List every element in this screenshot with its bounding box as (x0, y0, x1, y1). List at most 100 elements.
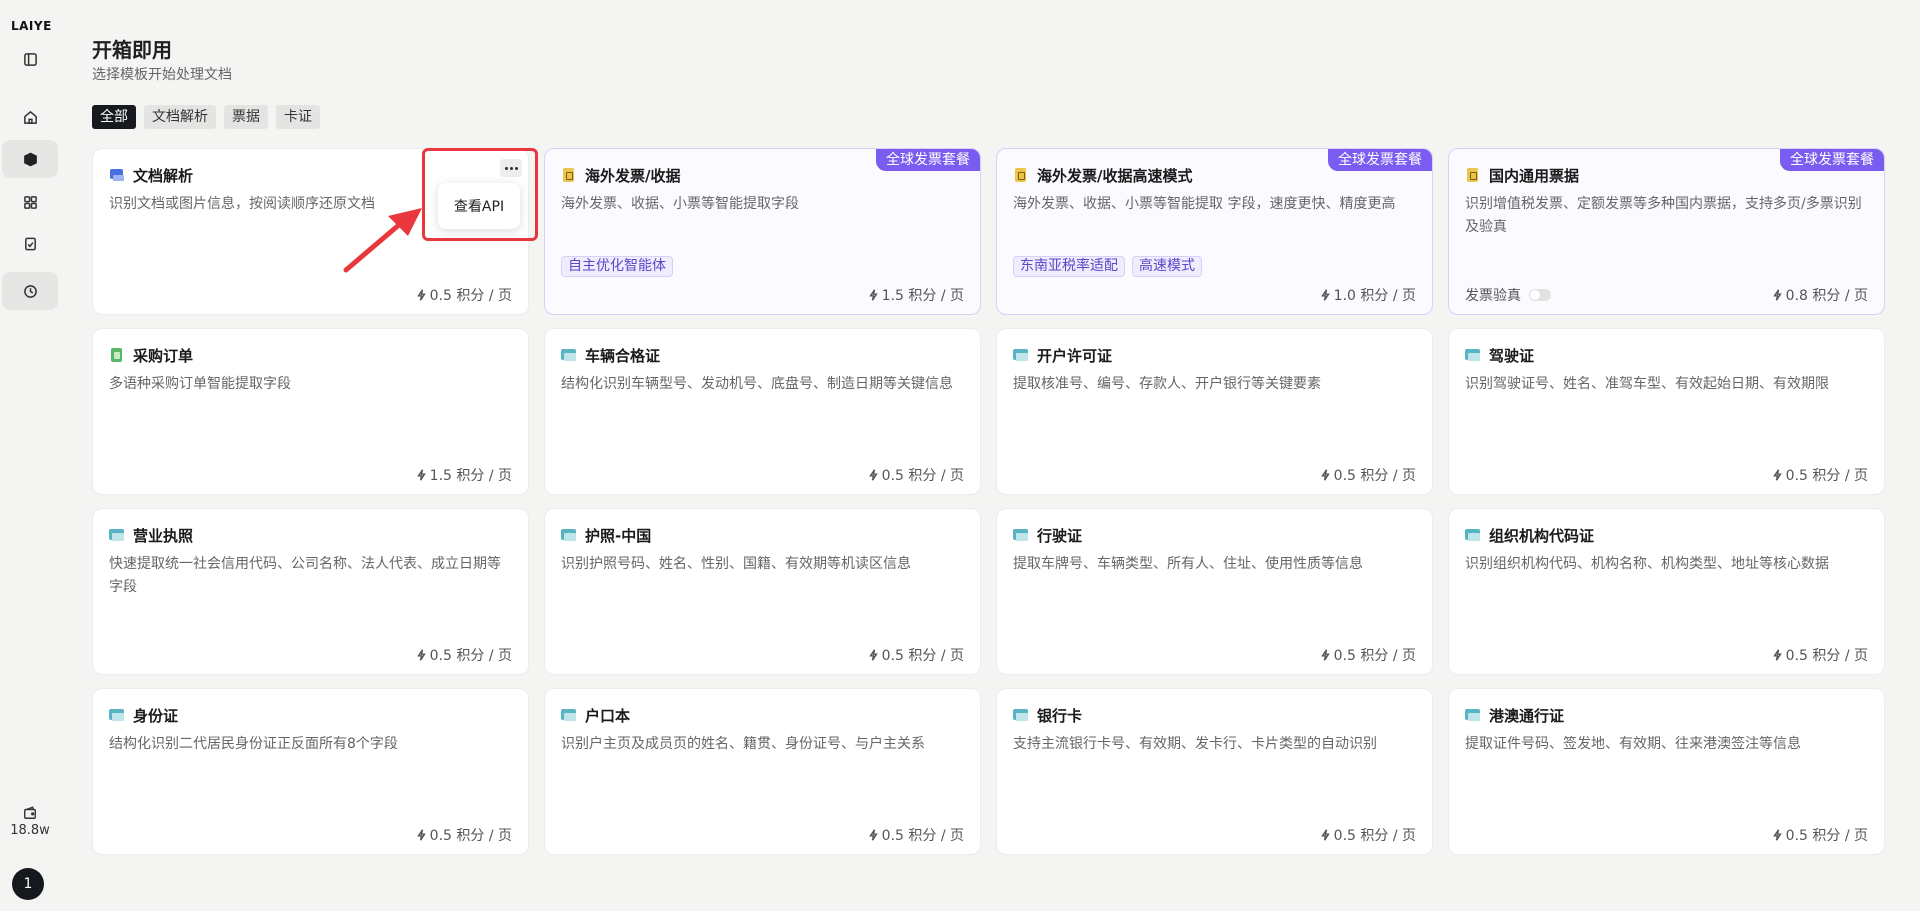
card-icon (1013, 707, 1029, 723)
wallet-icon (24, 806, 36, 819)
card-icon (109, 527, 125, 543)
card-description: 提取证件号码、签发地、有效期、往来港澳签注等信息 (1465, 736, 1801, 752)
template-card[interactable]: 海外发票/收据 海外发票、收据、小票等智能提取字段 全球发票套餐 自主优化智能体 1.5… (544, 148, 981, 315)
filter-tab-receipts[interactable]: 票据 (224, 105, 268, 129)
package-badge: 全球发票套餐 (1780, 149, 1884, 171)
logo: LAIYE (11, 19, 52, 33)
card-header: 银行卡 (1013, 705, 1416, 725)
card-title: 组织机构代码证 (1489, 526, 1595, 545)
template-card[interactable]: 营业执照 快速提取统一社会信用代码、公司名称、法人代表、成立日期等字段 0.5 积分… (92, 508, 529, 675)
lightning-icon (1772, 649, 1782, 661)
credits-value: 18.8w (10, 823, 50, 838)
template-card[interactable]: 港澳通行证 提取证件号码、签发地、有效期、往来港澳签注等信息 0.5 积分 / 页 (1448, 688, 1885, 855)
page-title: 开箱即用 (92, 38, 172, 62)
lightning-icon (1320, 469, 1330, 481)
template-card[interactable]: 护照-中国 识别护照号码、姓名、性别、国籍、有效期等机读区信息 0.5 积分 / 页 (544, 508, 981, 675)
apps-icon (23, 195, 37, 209)
price-text: 1.0 积分 / 页 (1333, 288, 1416, 304)
po-icon (109, 347, 125, 363)
card-price: 1.5 积分 / 页 (868, 285, 964, 305)
card-icon (1013, 527, 1029, 543)
card-header: 户口本 (561, 705, 964, 725)
card-price: 0.5 积分 / 页 (416, 825, 512, 845)
sidebar-item-tasks[interactable] (0, 224, 60, 262)
home-icon (23, 110, 37, 124)
filter-tab-cards[interactable]: 卡证 (276, 105, 320, 129)
sidebar-item-history[interactable] (2, 272, 58, 310)
toggle-sidebar-icon (23, 52, 37, 66)
card-icon (561, 707, 577, 723)
card-description: 结构化识别二代居民身份证正反面所有8个字段 (109, 736, 398, 752)
lightning-icon (868, 289, 878, 301)
lightning-icon (416, 829, 426, 841)
card-icon (1013, 347, 1029, 363)
card-title: 银行卡 (1037, 706, 1083, 725)
card-title: 身份证 (133, 706, 179, 725)
card-description: 识别户主页及成员页的姓名、籍贯、身份证号、与户主关系 (561, 736, 925, 752)
template-card[interactable]: 车辆合格证 结构化识别车辆型号、发动机号、底盘号、制造日期等关键信息 0.5 积分 … (544, 328, 981, 495)
card-price: 0.5 积分 / 页 (868, 465, 964, 485)
card-header: 港澳通行证 (1465, 705, 1868, 725)
package-badge: 全球发票套餐 (1328, 149, 1432, 171)
template-card[interactable]: 国内通用票据识别增值税发票、定额发票等多种国内票据，支持多页/多票识别及验真 全球… (1448, 148, 1885, 315)
template-card[interactable]: 身份证结构化识别二代居民身份证正反面所有8个字段 0.5 积分 / 页 (92, 688, 529, 855)
card-price: 0.5 积分 / 页 (1320, 465, 1416, 485)
page-subtitle: 选择模板开始处理文档 (92, 67, 232, 83)
sidebar-item-apps[interactable] (0, 183, 60, 221)
card-description: 快速提取统一社会信用代码、公司名称、法人代表、成立日期等字段 (109, 556, 501, 595)
card-title: 海外发票/收据 (585, 166, 681, 185)
card-header: 身份证 (109, 705, 512, 725)
card-description: 识别护照号码、姓名、性别、国籍、有效期等机读区信息 (561, 556, 911, 572)
card-header: 营业执照 (109, 525, 512, 545)
card-description: 识别增值税发票、定额发票等多种国内票据，支持多页/多票识别及验真 (1465, 196, 1862, 235)
feature-tag: 高速模式 (1132, 256, 1202, 277)
price-text: 0.5 积分 / 页 (429, 828, 512, 844)
card-description: 提取核准号、编号、存款人、开户银行等关键要素 (1013, 376, 1321, 392)
template-card[interactable]: 户口本识别户主页及成员页的姓名、籍贯、身份证号、与户主关系 0.5 积分 / 页 (544, 688, 981, 855)
card-price: 0.5 积分 / 页 (1772, 465, 1868, 485)
verify-toggle-row: 发票验真 (1465, 285, 1551, 305)
filter-tab-all[interactable]: 全部 (92, 105, 136, 129)
verify-toggle[interactable] (1529, 289, 1551, 301)
card-description: 支持主流银行卡号、有效期、发卡行、卡片类型的自动识别 (1013, 736, 1377, 752)
filter-tabs: 全部 文档解析 票据 卡证 (92, 105, 320, 129)
card-title: 国内通用票据 (1489, 166, 1580, 185)
template-card[interactable]: 行驶证 提取车牌号、车辆类型、所有人、住址、使用性质等信息 0.5 积分 / 页 (996, 508, 1433, 675)
toggle-sidebar-button[interactable] (0, 40, 60, 78)
card-title: 车辆合格证 (585, 346, 661, 365)
lightning-icon (868, 829, 878, 841)
card-price: 0.5 积分 / 页 (1772, 645, 1868, 665)
card-description: 提取车牌号、车辆类型、所有人、住址、使用性质等信息 (1013, 556, 1363, 572)
card-price: 0.5 积分 / 页 (868, 825, 964, 845)
doc-icon (109, 167, 125, 183)
sidebar-item-templates[interactable] (2, 140, 58, 178)
lightning-icon (1772, 829, 1782, 841)
template-card[interactable]: 驾驶证 识别驾驶证号、姓名、准驾车型、有效起始日期、有效期限 0.5 积分 / 页 (1448, 328, 1885, 495)
card-header: 车辆合格证 (561, 345, 964, 365)
template-card[interactable]: 组织机构代码证识别组织机构代码、机构名称、机构类型、地址等核心数据 0.5 积分 … (1448, 508, 1885, 675)
card-title: 驾驶证 (1489, 346, 1535, 365)
card-icon (1465, 707, 1481, 723)
filter-tab-doc-parsing[interactable]: 文档解析 (144, 105, 216, 129)
card-price: 1.5 积分 / 页 (416, 465, 512, 485)
template-card[interactable]: 采购订单 多语种采购订单智能提取字段 1.5 积分 / 页 (92, 328, 529, 495)
inv-icon (1465, 167, 1481, 183)
sidebar-item-home[interactable] (0, 98, 60, 136)
card-header: 组织机构代码证 (1465, 525, 1868, 545)
credits-balance[interactable]: 18.8w (0, 806, 60, 838)
price-text: 1.5 积分 / 页 (429, 468, 512, 484)
card-description: 识别组织机构代码、机构名称、机构类型、地址等核心数据 (1465, 556, 1829, 572)
avatar[interactable]: 1 (12, 868, 44, 900)
feature-tag: 自主优化智能体 (561, 256, 673, 277)
card-description: 海外发票、收据、小票等智能提取 字段，速度更快、精度更高 (1013, 196, 1396, 212)
template-card[interactable]: 开户许可证 提取核准号、编号、存款人、开户银行等关键要素 0.5 积分 / 页 (996, 328, 1433, 495)
feature-tag: 东南亚税率适配 (1013, 256, 1125, 277)
price-text: 1.5 积分 / 页 (881, 288, 964, 304)
card-title: 护照-中国 (585, 526, 652, 545)
lightning-icon (1320, 289, 1330, 301)
template-card[interactable]: 海外发票/收据高速模式 海外发票、收据、小票等智能提取 字段，速度更快、精度更高 全… (996, 148, 1433, 315)
card-header: 采购订单 (109, 345, 512, 365)
clock-icon (23, 284, 37, 298)
card-icon (1465, 527, 1481, 543)
template-card[interactable]: 银行卡 支持主流银行卡号、有效期、发卡行、卡片类型的自动识别 0.5 积分 / 页 (996, 688, 1433, 855)
